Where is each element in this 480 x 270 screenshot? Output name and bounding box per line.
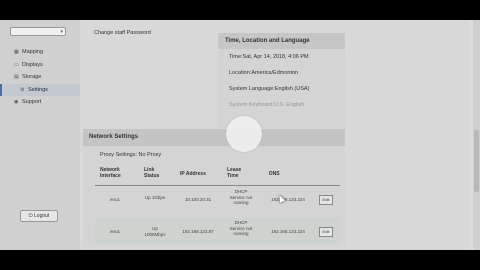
scrollbar-thumb[interactable] [474,130,479,192]
support-icon: ◉ [14,99,19,106]
ip-address-cell: 10.100.20.31 [184,197,212,202]
gear-icon: ⚙ [20,86,25,93]
column-header: Lease Time [227,167,242,179]
column-header: Link Status [144,167,160,179]
chevron-down-icon: ▾ [60,29,63,35]
sidebar-item-mapping[interactable]: ▦ Mapping [0,46,80,59]
time-location-panel: Time, Location and Language Time:Sat, Ap… [218,33,345,128]
sidebar-nav: ▦ Mapping ▭ Displays ▤ Storage ⚙ Setting… [0,46,80,109]
link-status-cell: Up 1000Mbps [144,226,166,237]
divider [95,185,340,186]
sidebar-item-label: Storage [22,74,42,81]
location-setting[interactable]: Location:America/Edmonton [218,65,345,81]
logout-icon: ⏻ [28,213,33,219]
sidebar-item-label: Settings [28,86,48,93]
language-setting[interactable]: System Language:English (USA) [218,81,345,97]
storage-icon: ▤ [14,74,19,81]
link-status-cell: Up 1Gbps [144,195,166,200]
device-select[interactable]: ▾ [10,27,66,36]
dns-cell: 192.168.123.224 [271,229,305,234]
bottom-letterbox [0,250,480,270]
top-letterbox [0,0,480,20]
display-icon: ▭ [14,61,19,68]
sidebar-item-label: Displays [22,61,43,68]
click-indicator [226,116,262,152]
interface-cell: eno1 [109,197,120,202]
sidebar: ▾ ▦ Mapping ▭ Displays ▤ Storage ⚙ Setti… [0,20,80,250]
column-header: Network Interface [100,167,121,179]
sidebar-item-label: Support [22,99,42,106]
sidebar-item-displays[interactable]: ▭ Displays [0,59,80,72]
change-password-link[interactable]: Change staff Password [94,30,151,36]
keyboard-setting[interactable]: System Keyboard:U.S. English [218,97,345,113]
panel-title: Time, Location and Language [218,33,345,49]
sidebar-item-storage[interactable]: ▤ Storage [0,71,80,84]
edit-button[interactable]: Edit [319,227,333,237]
grid-icon: ▦ [14,49,19,56]
network-settings-panel: Network Settings Proxy Settings: No Prox… [83,129,345,247]
edit-button[interactable]: Edit [319,195,333,205]
sidebar-item-settings[interactable]: ⚙ Settings [0,83,80,96]
proxy-settings[interactable]: Proxy Settings: No Proxy [100,152,161,158]
column-header: DNS [269,171,280,177]
ip-address-cell: 192.168.123.87 [182,229,214,234]
lease-time-cell: DHCP Service not running [229,220,253,236]
logout-button[interactable]: ⏻ Logout [20,210,58,222]
column-header: IP Address [180,171,206,177]
panel-title: Network Settings [83,129,345,146]
sidebar-item-support[interactable]: ◉ Support [0,96,80,109]
lease-time-cell: DHCP Service not running [229,189,253,205]
dns-cell: 192.168.123.224 [271,197,305,202]
time-setting[interactable]: Time:Sat, Apr 14, 2018, 4:06 PM [218,49,345,65]
interface-cell: eno1 [109,229,120,234]
logout-label: Logout [34,213,50,219]
sidebar-item-label: Mapping [22,49,44,56]
